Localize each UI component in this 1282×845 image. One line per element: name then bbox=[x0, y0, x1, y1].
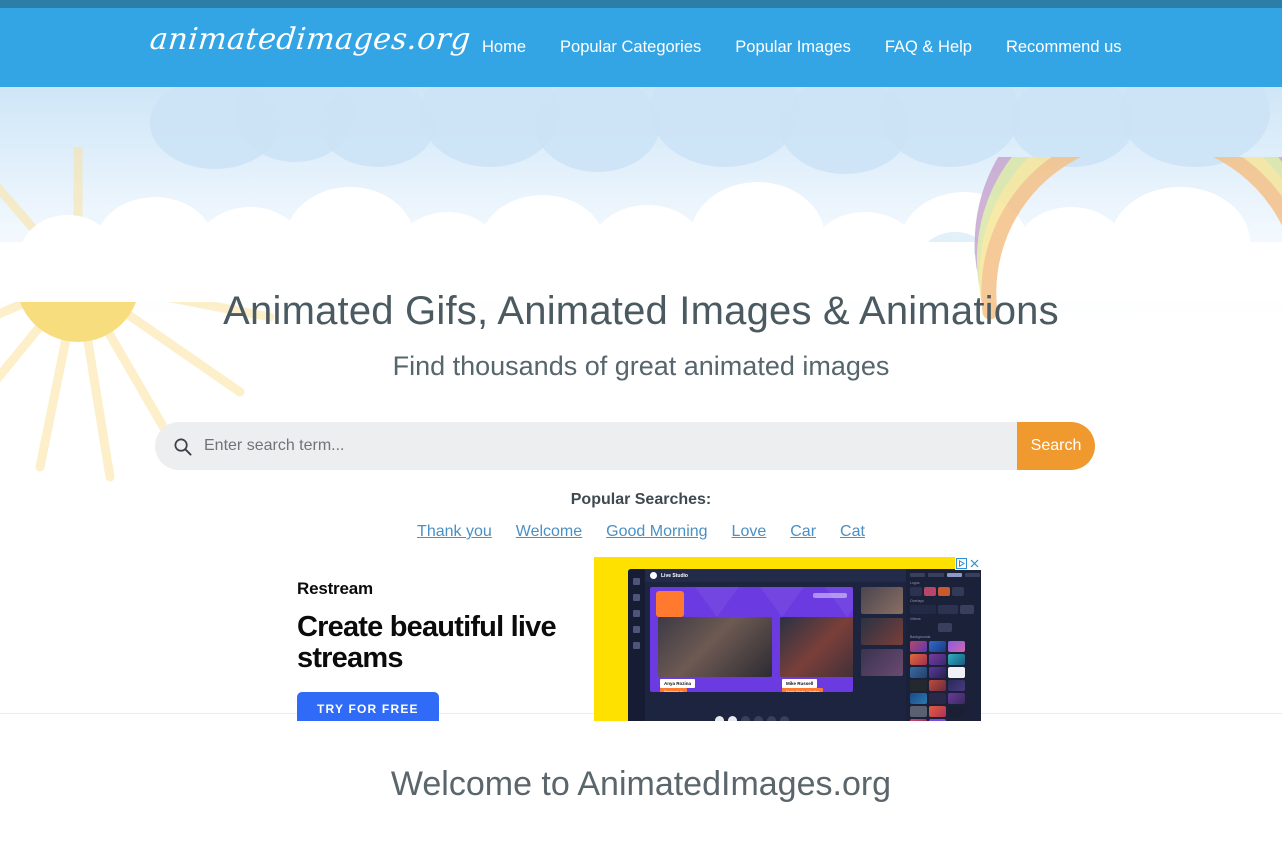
preview-section-overlays: Overlays bbox=[910, 599, 924, 603]
site-header: animatedimages.org Home Popular Categori… bbox=[0, 8, 1282, 87]
top-accent-strip bbox=[0, 0, 1282, 8]
preview-participant-tag-2: Music Radio Creative bbox=[782, 688, 824, 692]
preview-topbar: Live Studio bbox=[645, 569, 906, 582]
nav-item-faq-help[interactable]: FAQ & Help bbox=[868, 8, 989, 87]
preview-tab-chat[interactable] bbox=[964, 573, 980, 577]
popular-search-welcome[interactable]: Welcome bbox=[516, 523, 582, 541]
popular-search-cat[interactable]: Cat bbox=[840, 523, 865, 541]
preview-settings-panel: Logos Overlays Videos Backgrounds bbox=[906, 569, 981, 721]
ad-app-preview: Live Studio Anya Rozina Restream.io Mike… bbox=[628, 569, 981, 721]
hero-section: Animated Gifs, Animated Images & Animati… bbox=[0, 87, 1282, 721]
popular-search-thank-you[interactable]: Thank you bbox=[417, 523, 492, 541]
ad-creative[interactable]: Live Studio Anya Rozina Restream.io Mike… bbox=[594, 557, 981, 721]
preview-participant-tag-1: Restream.io bbox=[660, 688, 687, 692]
search-button[interactable]: Search bbox=[1017, 422, 1095, 470]
popular-search-good-morning[interactable]: Good Morning bbox=[606, 523, 707, 541]
preview-thumbnails bbox=[858, 582, 906, 721]
preview-participant-name-1: Anya Rozina bbox=[660, 679, 696, 688]
search-icon bbox=[174, 438, 192, 456]
popular-search-love[interactable]: Love bbox=[732, 523, 767, 541]
ad-copy: Restream Create beautiful live streams T… bbox=[297, 557, 592, 721]
ad-brand: Restream bbox=[297, 579, 373, 598]
preview-participant-name-2: Mike Russell bbox=[782, 679, 818, 688]
search-input[interactable] bbox=[204, 422, 1017, 470]
site-logo[interactable]: animatedimages.org bbox=[148, 22, 472, 57]
page-title: Animated Gifs, Animated Images & Animati… bbox=[223, 289, 1059, 333]
popular-searches: Popular Searches: Thank you Welcome Good… bbox=[0, 491, 1282, 541]
welcome-heading: Welcome to AnimatedImages.org bbox=[390, 765, 892, 803]
cloud-icon bbox=[0, 87, 1282, 302]
main-navigation: Home Popular Categories Popular Images F… bbox=[482, 8, 1139, 87]
ad-choices-controls bbox=[955, 557, 981, 570]
preview-section-logos: Logos bbox=[910, 581, 920, 585]
popular-searches-label: Popular Searches: bbox=[570, 491, 712, 508]
popular-searches-links: Thank you Welcome Good Morning Love Car … bbox=[0, 523, 1282, 541]
preview-section-videos: Videos bbox=[910, 617, 921, 621]
preview-main: Live Studio Anya Rozina Restream.io Mike… bbox=[645, 569, 906, 721]
sky-gradient bbox=[0, 87, 1282, 317]
nav-item-home[interactable]: Home bbox=[482, 8, 543, 87]
hero-text-block: Animated Gifs, Animated Images & Animati… bbox=[0, 287, 1282, 382]
preview-tab-elements[interactable] bbox=[946, 573, 962, 577]
search-bar: Search bbox=[155, 422, 1095, 470]
search-field-wrapper[interactable] bbox=[155, 422, 1017, 470]
nav-item-popular-categories[interactable]: Popular Categories bbox=[543, 8, 718, 87]
close-icon[interactable] bbox=[968, 557, 981, 570]
page-subtitle: Find thousands of great animated images bbox=[392, 351, 890, 381]
popular-search-car[interactable]: Car bbox=[790, 523, 816, 541]
adchoices-icon[interactable] bbox=[955, 557, 968, 570]
preview-app-title: Live Studio bbox=[661, 572, 688, 579]
nav-item-popular-images[interactable]: Popular Images bbox=[718, 8, 868, 87]
preview-section-backgrounds: Backgrounds bbox=[910, 635, 931, 639]
preview-tab-layout[interactable] bbox=[910, 573, 926, 577]
preview-tab-captions[interactable] bbox=[928, 573, 944, 577]
ad-cta-button[interactable]: TRY FOR FREE bbox=[297, 691, 439, 721]
advertisement[interactable]: Restream Create beautiful live streams T… bbox=[297, 557, 987, 721]
preview-controls bbox=[650, 716, 853, 721]
ad-headline: Create beautiful live streams bbox=[297, 611, 557, 675]
nav-item-recommend-us[interactable]: Recommend us bbox=[989, 8, 1139, 87]
preview-sidebar bbox=[628, 569, 645, 721]
preview-stage: Anya Rozina Restream.io Mike Russell Mus… bbox=[650, 587, 853, 692]
